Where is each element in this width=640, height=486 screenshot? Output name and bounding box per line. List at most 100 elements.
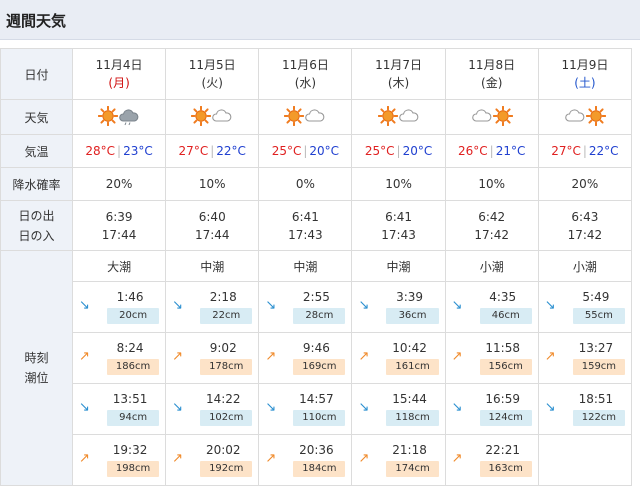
tide-cell: ↗ 10:42 161cm [351,332,446,384]
rain-probability-row: 降水確率 20% 10% 0% 10% 10% 20% [0,167,633,201]
tide-cell: ↗ 22:21 163cm [444,434,539,486]
tide-cell: ↘ 1:46 20cm [71,281,167,333]
low-tide-level: 46cm [479,308,532,324]
temp-separator: | [396,144,401,158]
sunrise-sunset-row-label: 日の出 日の入 [0,200,73,251]
ebb-arrow-icon: ↘ [265,400,277,415]
flood-arrow-icon: ↗ [265,451,277,466]
sunset-label: 日の入 [18,228,55,243]
tide-name-cell: 中潮 [165,250,260,282]
tide-cell: ↘ 14:57 110cm [258,383,353,435]
low-tide-level: 55cm [572,308,625,324]
sunrise-sunset-cell: 6:43 17:42 [537,200,633,251]
ebb-arrow-icon: ↘ [544,298,556,313]
low-tide-level: 94cm [107,410,160,426]
sun-icon [585,105,607,126]
high-temp: 28°C [85,144,116,158]
temp-separator: | [582,144,587,158]
tide-time: 22:21 [485,443,520,457]
high-tide-level: 159cm [572,359,625,375]
high-tide-level: 192cm [200,461,253,477]
sun-icon [97,105,119,126]
tide-cell: ↘ 5:49 55cm [537,281,633,333]
rain-probability-cell: 20% [71,167,167,201]
date-cell: 11月5日 (火) [165,48,260,100]
low-tide-level: 118cm [386,410,439,426]
ebb-arrow-icon: ↘ [79,298,90,313]
tide-time: 10:42 [392,341,427,355]
ebb-arrow-icon: ↘ [358,298,370,313]
high-temp: 26°C [458,144,488,158]
sunrise-time: 6:42 [478,209,506,224]
temp-separator: | [117,144,122,158]
temperature-cell: 25°C | 20°C [258,134,353,168]
low-temp: 23°C [123,144,153,158]
weather-cell [258,99,353,135]
high-tide-level: 186cm [107,359,160,375]
weather-cell [444,99,539,135]
tide-name-cell: 中潮 [258,250,353,282]
date-label: 11月6日 [281,58,329,72]
low-tide-level: 28cm [293,308,346,324]
sunrise-sunset-cell: 6:41 17:43 [351,200,446,251]
sunrise-label: 日の出 [18,208,55,223]
ebb-arrow-icon: ↘ [544,400,556,415]
high-tide-level: 161cm [386,359,439,375]
tide-time: 20:36 [299,443,334,457]
tide-cell: ↘ 2:18 22cm [165,281,260,333]
date-label: 11月4日 [95,58,143,72]
temperature-cell: 25°C | 20°C [351,134,446,168]
tide-cell: ↗ 21:18 174cm [351,434,446,486]
temperature-cell: 27°C | 22°C [537,134,633,168]
ebb-arrow-icon: ↘ [451,298,463,313]
tide-cell: ↗ 20:02 192cm [165,434,260,486]
sun-icon [377,105,398,126]
tide-time: 11:58 [485,341,520,355]
sunset-time: 17:43 [288,227,323,242]
cloud-icon [398,108,418,122]
date-cell: 11月9日 (土) [537,48,633,100]
tide-cell: ↗ 8:24 186cm [71,332,167,384]
flood-arrow-icon: ↗ [451,349,463,364]
high-tide-level: 178cm [200,359,253,375]
sunset-time: 17:42 [474,227,509,242]
tide-time: 15:44 [392,392,427,406]
tide-cell: ↗ 19:32 198cm [71,434,167,486]
sunrise-time: 6:41 [291,209,319,224]
temperature-cell: 26°C | 21°C [444,134,539,168]
high-tide-level: 174cm [386,461,439,477]
high-temp: 27°C [178,144,209,158]
tide-time: 4:35 [489,290,517,304]
low-tide-level: 22cm [200,308,253,324]
weather-cell [351,99,446,135]
sun-icon [492,105,514,126]
tide-name-cell: 小潮 [537,250,633,282]
tide-cell: ↘ 2:55 28cm [258,281,353,333]
tide-row-1: ↘ 1:46 20cm ↘ 2:18 22cm ↘ 2:55 28cm ↘ 3:39 36cm ↘ 4:3… [1,281,633,333]
ebb-arrow-icon: ↘ [79,400,90,415]
sun-icon [190,105,212,126]
date-row: 日付 11月4日 (月) 11月5日 (火) 11月6日 (水) 11月7日 (木) 11月8日… [0,48,633,100]
sunrise-time: 6:40 [198,209,226,224]
sunset-time: 17:43 [381,227,416,242]
tide-cell [537,434,633,486]
tide-cell: ↗ 11:58 156cm [444,332,539,384]
tide-time: 16:59 [485,392,520,406]
cloud-icon [305,108,325,122]
time-label: 時刻 [24,351,49,365]
low-temp: 20°C [402,144,433,158]
low-temp: 22°C [216,144,246,158]
tide-cell: ↘ 14:22 102cm [165,383,260,435]
tide-cell: ↘ 4:35 46cm [444,281,539,333]
tide-time: 8:24 [116,341,144,355]
high-temp: 25°C [271,144,302,158]
tide-cell: ↘ 16:59 124cm [444,383,539,435]
sunrise-sunset-cell: 6:40 17:44 [165,200,260,251]
tide-cell: ↗ 9:02 178cm [165,332,260,384]
flood-arrow-icon: ↗ [265,349,277,364]
flood-arrow-icon: ↗ [544,349,556,364]
tide-level-label: 潮位 [24,371,49,385]
low-temp: 22°C [588,144,619,158]
sunrise-time: 6:39 [105,209,133,224]
tide-cell: ↗ 13:27 159cm [537,332,633,384]
